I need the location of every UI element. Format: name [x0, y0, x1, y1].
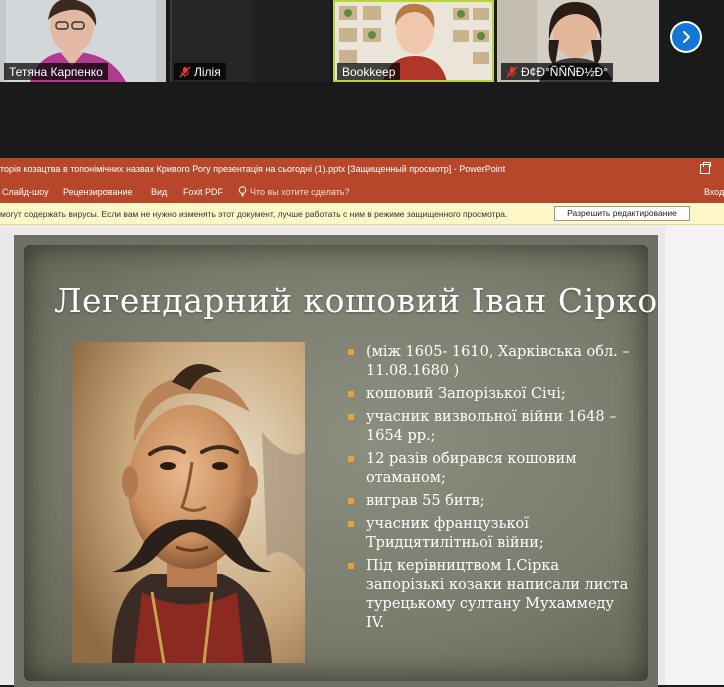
bullet-item: (між 1605- 1610, Харківська обл. – 11.08… [346, 343, 636, 381]
bullet-item: кошовий Запорізької Січі; [346, 385, 636, 404]
ribbon-tabs: Слайд-шоу Рецензирование Вид Foxit PDF Ч… [0, 181, 724, 203]
window-titlebar: торія козацтва в топонімічних назвах Кри… [0, 158, 724, 181]
bullet-item: учасник визвольної війни 1648 – 1654 рр.… [346, 408, 636, 446]
participant-name: Тетяна Карпенко [4, 63, 108, 80]
bullet-item: виграв 55 битв; [346, 492, 636, 511]
tab-view[interactable]: Вид [151, 181, 167, 203]
tab-review[interactable]: Рецензирование [63, 181, 133, 203]
cossack-portrait-illustration [72, 342, 305, 663]
slide-canvas[interactable]: Легендарний кошовий Іван Сірко (між 1605… [14, 235, 658, 687]
participant-name: Лілія [174, 63, 226, 80]
tab-slideshow[interactable]: Слайд-шоу [2, 181, 49, 203]
participant-tile[interactable]: Лілія [170, 0, 330, 82]
tell-me-placeholder: Что вы хотите сделать? [250, 187, 350, 197]
protected-view-bar: могут содержать вирусы. Если вам не нужн… [0, 203, 724, 225]
bullet-item: 12 разів обирався кошовим отаманом; [346, 450, 636, 488]
mic-muted-icon [179, 66, 191, 78]
signin-link[interactable]: Вход [704, 181, 724, 203]
slide-bullet-list: (між 1605- 1610, Харківська обл. – 11.08… [346, 343, 636, 637]
tell-me-search[interactable]: Что вы хотите сделать? [238, 181, 350, 203]
participant-tile[interactable]: Тетяна Карпенко [0, 0, 166, 82]
window-title: торія козацтва в топонімічних назвах Кри… [0, 164, 506, 174]
side-panel [665, 225, 724, 685]
participant-tile-active-speaker[interactable]: Bookkeep [333, 0, 494, 82]
video-participants-strip: Тетяна Карпенко Лілія Bookkeep Ð¢Ð°ÑÑÑÐ½… [0, 0, 724, 158]
slide-workspace: Легендарний кошовий Іван Сірко (між 1605… [0, 225, 724, 687]
mic-muted-icon [506, 66, 518, 78]
enable-editing-button[interactable]: Разрешить редактирование [554, 206, 690, 221]
next-participants-button[interactable] [670, 21, 702, 53]
participant-name: Bookkeep [337, 63, 401, 80]
bullet-item: Під керівництвом І.Сірка запорізькі коза… [346, 557, 636, 633]
portrait-image [72, 342, 305, 663]
participant-name: Ð¢Ð°ÑÑÑÐ½Ð° [501, 63, 613, 80]
bullet-item: учасник французької Тридцятилітньої війн… [346, 515, 636, 553]
tab-foxit-pdf[interactable]: Foxit PDF [183, 181, 223, 203]
chevron-right-icon [683, 31, 690, 43]
slide-title: Легендарний кошовий Іван Сірко [54, 281, 658, 320]
restore-window-icon[interactable] [700, 162, 711, 174]
powerpoint-window: торія козацтва в топонімічних назвах Кри… [0, 158, 724, 687]
lightbulb-icon [238, 186, 247, 197]
protected-view-message: могут содержать вирусы. Если вам не нужн… [0, 209, 508, 219]
participant-tile[interactable]: Ð¢Ð°ÑÑÑÐ½Ð° [497, 0, 659, 82]
